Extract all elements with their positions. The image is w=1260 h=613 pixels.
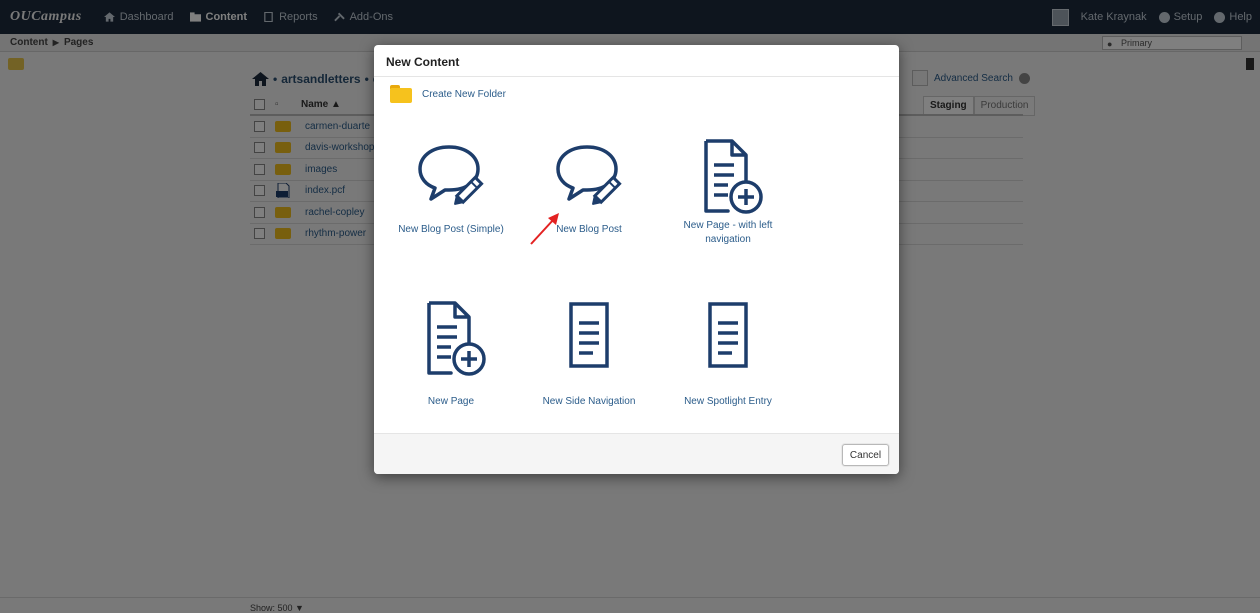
template-new-page[interactable]: New Page	[391, 299, 511, 409]
new-page-plus-icon	[427, 301, 486, 376]
cancel-button[interactable]: Cancel	[842, 444, 889, 466]
template-label: New Page	[427, 396, 475, 407]
template-new-blog-post-simple[interactable]: New Blog Post (Simple)	[391, 141, 511, 237]
dialog-title: New Content	[374, 45, 899, 77]
template-new-spotlight-entry[interactable]: New Spotlight Entry	[668, 301, 788, 409]
create-new-folder-label: Create New Folder	[422, 88, 506, 100]
document-icon	[708, 302, 748, 368]
template-label: New Page - with left navigation	[683, 220, 773, 245]
create-new-folder-link[interactable]: Create New Folder	[390, 85, 506, 103]
template-new-page-left-navigation[interactable]: New Page - with left navigation	[668, 137, 788, 247]
template-new-side-navigation[interactable]: New Side Navigation	[529, 301, 649, 409]
dialog-footer: Cancel	[374, 433, 899, 474]
new-content-dialog: New Content Create New Folder New Blog P…	[374, 45, 899, 474]
folder-icon	[390, 85, 412, 103]
blog-comment-icon	[556, 145, 622, 205]
template-label: New Side Navigation	[542, 396, 636, 407]
new-page-plus-icon	[704, 139, 763, 214]
template-label: New Blog Post (Simple)	[398, 224, 504, 235]
annotation-arrow-icon	[530, 213, 559, 245]
document-icon	[569, 302, 609, 368]
template-label: New Spotlight Entry	[684, 396, 772, 407]
blog-comment-icon	[418, 145, 484, 205]
